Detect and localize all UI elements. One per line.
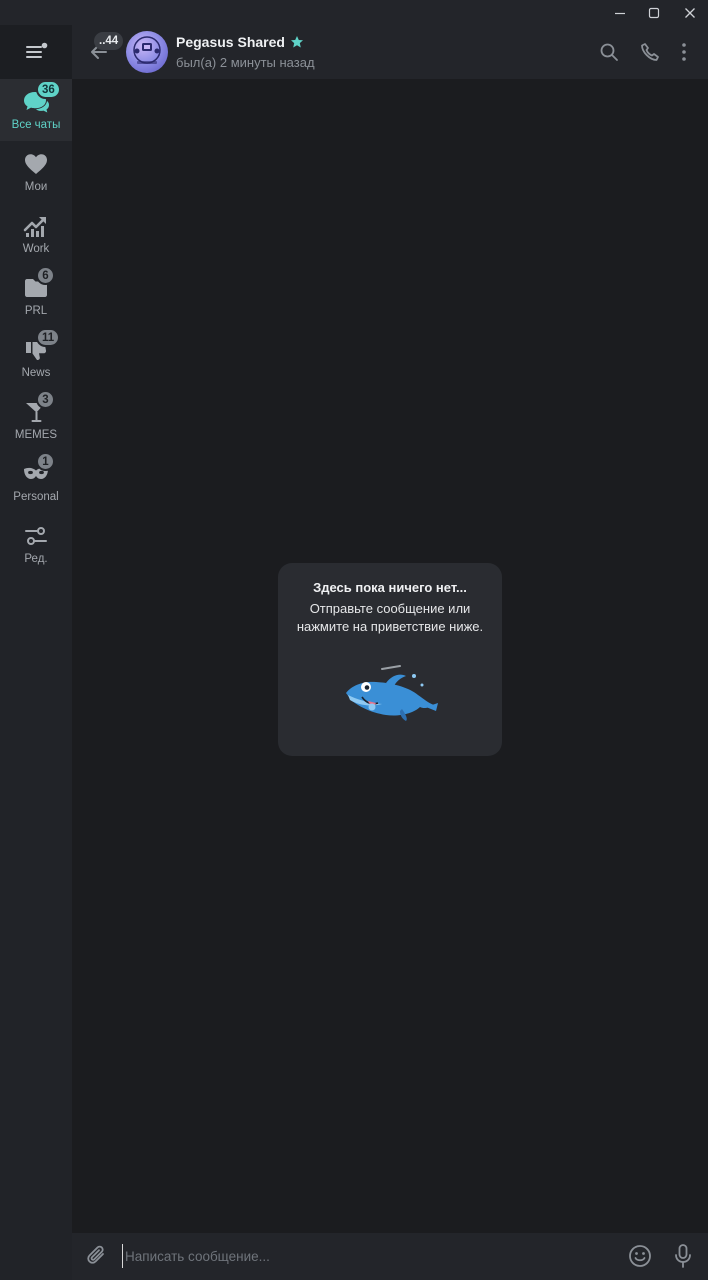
more-vertical-icon [682,43,686,61]
folder-label: Мои [24,181,48,193]
search-icon [600,43,618,61]
chat-title-row[interactable]: Pegasus Shared [176,34,304,50]
minimize-button[interactable] [603,0,637,25]
empty-title: Здесь пока ничего нет... [313,580,467,595]
unread-badge: 3 [36,390,55,409]
chat-avatar[interactable] [126,31,168,73]
message-composer [72,1233,708,1280]
emoji-button[interactable] [627,1243,653,1269]
main-menu-button[interactable] [0,25,72,79]
close-icon [685,7,695,18]
empty-chat-card: Здесь пока ничего нет... Отправьте сообщ… [278,563,502,756]
edit-filters-icon [25,527,47,545]
folder-personal[interactable]: 1 Personal [0,451,72,513]
minimize-icon [615,12,625,14]
dolphin-sticker-icon [346,665,438,721]
maximize-button[interactable] [637,0,671,25]
folder-label: Ред. [24,553,48,565]
attach-icon [87,1245,104,1264]
folder-label: News [21,367,51,379]
emoji-icon [629,1245,651,1267]
phone-icon [641,43,659,61]
folder-news[interactable]: 11 News [0,327,72,389]
folder-label: Все чаты [11,119,61,131]
unread-badge: 6 [36,266,55,285]
star-icon [290,36,303,48]
microphone-icon [675,1244,691,1268]
heart-icon [25,154,47,174]
folder-memes[interactable]: 3 MEMES [0,389,72,451]
unread-badge: 1 [36,452,55,471]
chart-up-icon [23,217,46,237]
close-window-button[interactable] [673,0,707,25]
chat-title: Pegasus Shared [176,34,285,50]
chat-status: был(а) 2 минуты назад [176,55,315,70]
unread-badge: 36 [36,80,61,99]
avatar-logo-icon [133,36,161,64]
folder-label: MEMES [14,429,58,441]
folder-all-chats[interactable]: 36 Все чаты [0,79,72,141]
voice-record-button[interactable] [670,1243,696,1269]
chat-header: ..44 Pegasus Shared был(а) 2 минуты наза… [72,25,708,79]
unread-count-badge: ..44 [94,32,124,50]
folder-work[interactable]: Work [0,203,72,265]
call-button[interactable] [637,39,663,65]
folder-label: PRL [24,305,48,317]
unread-badge: 11 [36,328,61,347]
window-titlebar [0,0,708,25]
folder-moi[interactable]: Мои [0,141,72,203]
folder-prl[interactable]: 6 PRL [0,265,72,327]
maximize-icon [648,7,660,18]
folder-label: Personal [13,491,59,503]
empty-description: Отправьте сообщение или нажмите на приве… [296,601,484,634]
attach-button[interactable] [84,1243,110,1269]
folder-label: Work [22,243,50,255]
greeting-sticker[interactable] [342,663,440,727]
message-input[interactable] [122,1244,612,1268]
folder-edit[interactable]: Ред. [0,513,72,575]
search-button[interactable] [596,39,622,65]
folders-sidebar: 36 Все чаты Мои Work 6 PRL 11 News 3 MEM… [0,25,72,1280]
hamburger-menu-icon [26,42,48,58]
chat-messages-area: Здесь пока ничего нет... Отправьте сообщ… [72,79,708,1233]
more-button[interactable] [671,39,697,65]
